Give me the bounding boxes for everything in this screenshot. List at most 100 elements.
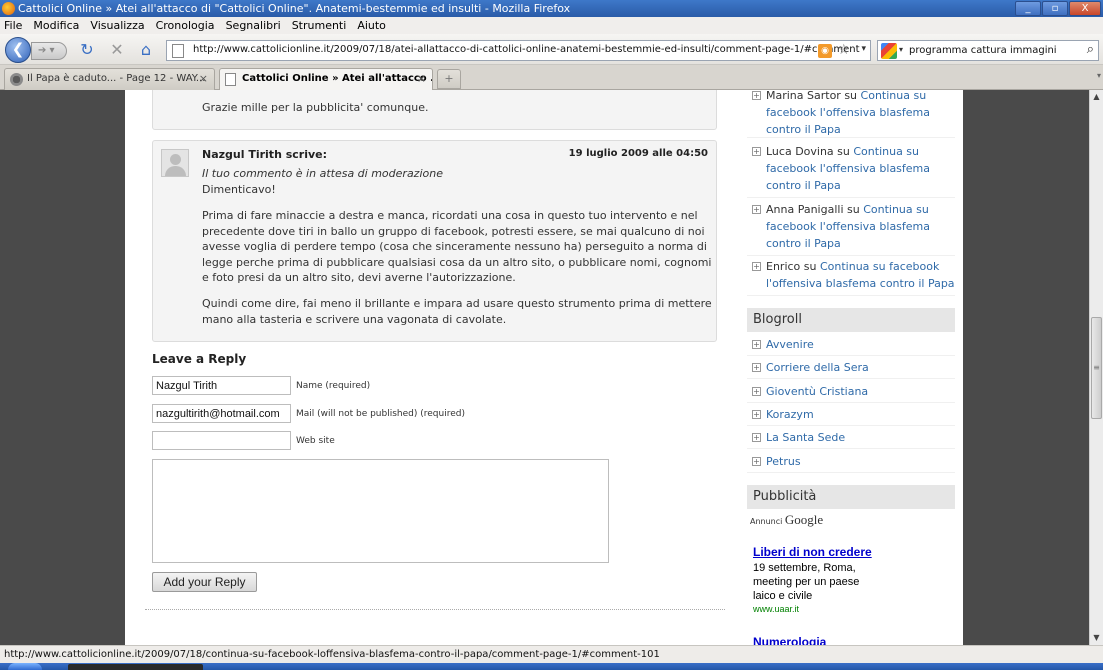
- blogroll-title: Blogroll: [747, 308, 955, 332]
- url-text: http://www.cattolicionline.it/2009/07/18…: [193, 44, 860, 55]
- rss-icon[interactable]: ◉: [818, 44, 832, 58]
- forward-arrow-icon: ➔ ▾: [38, 45, 55, 56]
- menu-modifica[interactable]: Modifica: [33, 17, 79, 34]
- status-text: http://www.cattolicionline.it/2009/07/18…: [4, 649, 660, 660]
- search-bar: ▾ ⌕: [877, 40, 1099, 61]
- previous-comment: Grazie mille per la pubblicita' comunque…: [152, 90, 717, 130]
- comment-opening-line: Dimenticavo!: [202, 183, 276, 196]
- tab-list-chevron-icon[interactable]: ▾: [1097, 71, 1101, 80]
- plus-bullet-icon: +: [752, 410, 761, 419]
- plus-bullet-icon: +: [752, 363, 761, 372]
- plus-bullet-icon: +: [752, 340, 761, 349]
- stop-icon[interactable]: ✕: [108, 41, 126, 59]
- tab-forum[interactable]: Il Papa è caduto... - Page 12 - WAY... ×: [4, 68, 215, 90]
- email-field[interactable]: [152, 404, 291, 423]
- blogroll-link-petrus[interactable]: + Petrus: [747, 451, 955, 473]
- website-field[interactable]: [152, 431, 291, 450]
- tab-label: Cattolici Online » Atei all'attacco ...: [242, 73, 433, 84]
- name-field[interactable]: [152, 376, 291, 395]
- blogroll-link-label: Korazym: [766, 408, 814, 421]
- browser-viewport: Grazie mille per la pubblicita' comunque…: [0, 90, 1089, 645]
- website-label: Web site: [296, 436, 335, 446]
- forward-button[interactable]: ➔ ▾: [31, 42, 67, 60]
- bookmark-star-icon[interactable]: ☆: [837, 42, 850, 58]
- new-tab-button[interactable]: +: [437, 69, 461, 89]
- recent-comment-author: Anna Panigalli su: [766, 203, 864, 216]
- google-logo: Google: [784, 512, 824, 527]
- menu-cronologia[interactable]: Cronologia: [156, 17, 215, 34]
- recent-comment-item: + Luca Dovina su Continua su facebook l'…: [747, 143, 955, 198]
- home-icon[interactable]: ⌂: [137, 41, 155, 59]
- blogroll-link-label: Gioventù Cristiana: [766, 385, 869, 398]
- google-icon[interactable]: [881, 43, 897, 59]
- plus-bullet-icon: +: [752, 205, 761, 214]
- page-icon: [172, 44, 184, 58]
- plus-bullet-icon: +: [752, 147, 761, 156]
- scroll-up-arrow-icon[interactable]: ▲: [1090, 90, 1103, 104]
- plus-bullet-icon: +: [752, 457, 761, 466]
- status-bar: http://www.cattolicionline.it/2009/07/18…: [0, 645, 1103, 663]
- ad-url[interactable]: www.uaar.it: [753, 604, 883, 614]
- reload-icon[interactable]: ↻: [78, 41, 96, 59]
- add-reply-button[interactable]: Add your Reply: [152, 572, 257, 592]
- recent-comment-item: + Enrico su Continua su facebook l'offen…: [747, 258, 955, 296]
- menu-file[interactable]: File: [4, 17, 22, 34]
- menu-segnalibri[interactable]: Segnalibri: [226, 17, 281, 34]
- plus-bullet-icon: +: [752, 262, 761, 271]
- ad-title-link[interactable]: Numerologia: [753, 635, 826, 645]
- tab-close-icon[interactable]: ×: [199, 69, 208, 89]
- ad-text: 19 settembre, Roma, meeting per un paese…: [753, 562, 860, 602]
- comment-paragraph: Prima di fare minaccie a destra e manca,…: [202, 209, 712, 284]
- comment-textarea[interactable]: [152, 459, 609, 563]
- tab-bar: Il Papa è caduto... - Page 12 - WAY... ×…: [0, 65, 1103, 90]
- search-engine-dropdown-icon[interactable]: ▾: [899, 45, 903, 54]
- search-icon[interactable]: ⌕: [1087, 42, 1094, 57]
- url-bar[interactable]: http://www.cattolicionline.it/2009/07/18…: [166, 40, 871, 61]
- menu-strumenti[interactable]: Strumenti: [292, 17, 347, 34]
- blogroll-link-gioventu[interactable]: + Gioventù Cristiana: [747, 381, 955, 403]
- web-page: Grazie mille per la pubblicita' comunque…: [125, 90, 963, 645]
- blogroll-link-korazym[interactable]: + Korazym: [747, 404, 955, 426]
- blogroll-link-avvenire[interactable]: + Avvenire: [747, 334, 955, 356]
- close-window-button[interactable]: X: [1069, 1, 1101, 16]
- blogroll-link-label: La Santa Sede: [766, 431, 846, 444]
- blogroll-link-santa-sede[interactable]: + La Santa Sede: [747, 427, 955, 449]
- forum-favicon-icon: [10, 73, 23, 86]
- plus-bullet-icon: +: [752, 433, 761, 442]
- blogroll-link-label: Petrus: [766, 455, 801, 468]
- window-titlebar: Cattolici Online » Atei all'attacco di "…: [0, 0, 1103, 17]
- maximize-button[interactable]: ▫: [1042, 1, 1068, 16]
- blogroll-link-label: Corriere della Sera: [766, 361, 869, 374]
- navigation-toolbar: ➔ ▾ ❮ ↻ ✕ ⌂ http://www.cattolicionline.i…: [0, 34, 1103, 65]
- comment-paragraph: Quindi come dire, fai meno il brillante …: [202, 297, 712, 326]
- plus-bullet-icon: +: [752, 387, 761, 396]
- back-button[interactable]: ❮: [5, 37, 31, 63]
- moderation-notice: Il tuo commento è in attesa di moderazio…: [202, 167, 443, 180]
- search-input[interactable]: [909, 43, 1074, 58]
- scroll-thumb[interactable]: ≡: [1091, 317, 1102, 419]
- pubblicita-title: Pubblicità: [747, 485, 955, 509]
- name-label: Name (required): [296, 381, 371, 391]
- menu-aiuto[interactable]: Aiuto: [357, 17, 386, 34]
- ad-block: Liberi di non credere 19 settembre, Roma…: [753, 545, 883, 614]
- blogroll-link-corriere[interactable]: + Corriere della Sera: [747, 357, 955, 379]
- tab-cattolici-online[interactable]: Cattolici Online » Atei all'attacco ... …: [219, 68, 433, 90]
- scroll-down-arrow-icon[interactable]: ▼: [1090, 631, 1103, 645]
- adsense-label[interactable]: Annunci Google: [750, 512, 823, 528]
- tab-close-icon[interactable]: ×: [417, 69, 426, 89]
- comment-author: Nazgul Tirith scrive:: [202, 148, 328, 161]
- back-arrow-icon: ❮: [11, 40, 25, 58]
- recent-comment-item: + Anna Panigalli su Continua su facebook…: [747, 201, 955, 256]
- adsense-prefix: Annunci: [750, 517, 783, 526]
- comment-date: 19 luglio 2009 alle 04:50: [568, 148, 708, 159]
- window-controls: _ ▫ X: [1015, 1, 1101, 16]
- vertical-scrollbar[interactable]: ▲ ≡ ▼: [1089, 90, 1103, 645]
- recent-comment-author: Luca Dovina su: [766, 145, 854, 158]
- ad-title-link[interactable]: Liberi di non credere: [753, 545, 883, 559]
- minimize-button[interactable]: _: [1015, 1, 1041, 16]
- menu-visualizza[interactable]: Visualizza: [90, 17, 144, 34]
- plus-bullet-icon: +: [752, 91, 761, 100]
- start-button[interactable]: [8, 663, 42, 670]
- taskbar-window-button[interactable]: [68, 664, 203, 670]
- url-dropdown-icon[interactable]: ▾: [861, 44, 866, 54]
